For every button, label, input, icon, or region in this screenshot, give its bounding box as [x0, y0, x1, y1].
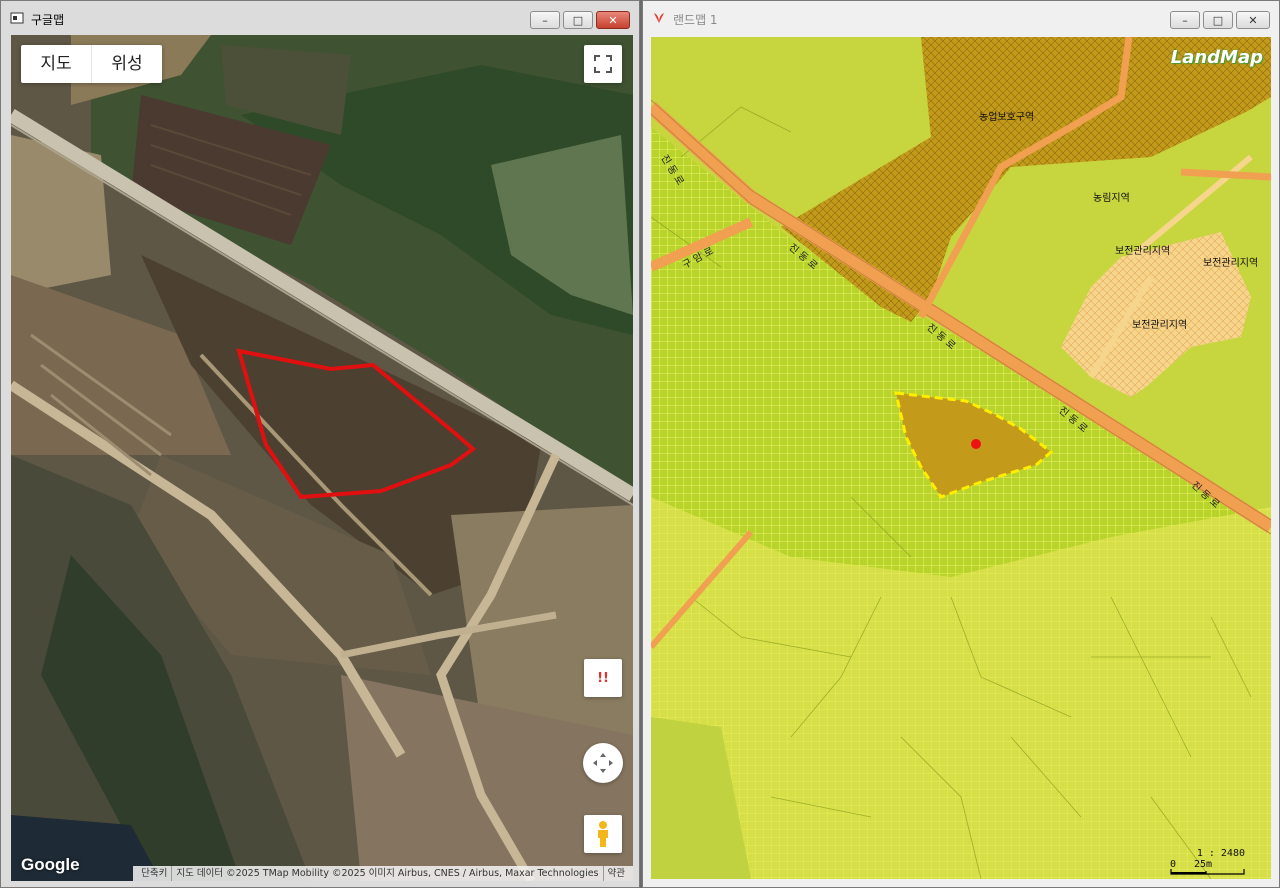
- label-conservation-2: 보전관리지역: [1203, 258, 1259, 269]
- report-button[interactable]: !!: [584, 659, 622, 697]
- title-bar[interactable]: 랜드맵 1 – □ ✕: [643, 1, 1279, 35]
- close-icon: ✕: [1248, 13, 1258, 27]
- minimize-button[interactable]: –: [530, 11, 560, 29]
- camera-control-icon: [593, 753, 613, 773]
- window-title: 구글맵: [31, 13, 65, 27]
- scale-ratio: 1 : 2480: [1196, 848, 1245, 859]
- landmap-window: 랜드맵 1 – □ ✕ 농업보호구역 농림지역 보전관리지역 보전관리지역 보전…: [642, 0, 1280, 888]
- window-title: 랜드맵 1: [673, 13, 718, 27]
- close-icon: ✕: [608, 13, 618, 27]
- label-conservation-3: 보전관리지역: [1132, 320, 1188, 331]
- street-view-button[interactable]: [584, 815, 622, 853]
- zoning-map-canvas: [651, 37, 1271, 879]
- parcel-marker: [971, 439, 981, 449]
- pegman-icon: [598, 821, 608, 847]
- scale-bar: 1 : 2480 0 25m: [1170, 848, 1245, 875]
- map-type-map[interactable]: 지도: [21, 45, 91, 83]
- maximize-icon: □: [1212, 13, 1224, 27]
- map-data-text: 지도 데이터 ©2025 TMap Mobility ©2025 이미지 Air…: [171, 866, 602, 881]
- maximize-button[interactable]: □: [1203, 11, 1233, 29]
- google-map-window: 구글맵 – □ ✕ 지도 위성 !! Google 단축키 지도 데이터 ©20…: [0, 0, 640, 888]
- label-agri-protect: 농업보호구역: [979, 112, 1035, 123]
- minimize-button[interactable]: –: [1170, 11, 1200, 29]
- close-button[interactable]: ✕: [596, 11, 630, 29]
- app-icon: [10, 12, 24, 24]
- title-bar[interactable]: 구글맵 – □ ✕: [1, 1, 639, 35]
- maximize-icon: □: [572, 13, 584, 27]
- map-type-control: 지도 위성: [21, 45, 162, 83]
- zoning-map[interactable]: 농업보호구역 농림지역 보전관리지역 보전관리지역 보전관리지역 진동로 진동로…: [651, 37, 1271, 879]
- satellite-imagery: [11, 35, 633, 881]
- map-type-satellite[interactable]: 위성: [91, 45, 162, 83]
- terms-link[interactable]: 약관: [602, 866, 629, 881]
- landmap-app-icon: [654, 13, 664, 23]
- scale-line: [1170, 869, 1245, 875]
- close-button[interactable]: ✕: [1236, 11, 1270, 29]
- shortcuts-link[interactable]: 단축키: [137, 866, 171, 881]
- minimize-icon: –: [1182, 13, 1188, 27]
- map-attribution: 단축키 지도 데이터 ©2025 TMap Mobility ©2025 이미지…: [133, 866, 633, 881]
- satellite-map[interactable]: 지도 위성 !! Google 단축키 지도 데이터 ©2025 TMap Mo…: [11, 35, 633, 881]
- minimize-icon: –: [542, 13, 548, 27]
- fullscreen-icon: [594, 55, 612, 73]
- report-icon: !!: [597, 670, 609, 686]
- google-logo: Google: [21, 855, 80, 874]
- maximize-button[interactable]: □: [563, 11, 593, 29]
- fullscreen-button[interactable]: [584, 45, 622, 83]
- label-conservation-1: 보전관리지역: [1115, 246, 1171, 257]
- camera-control-button[interactable]: [583, 743, 623, 783]
- landmap-logo: LandMap: [1170, 47, 1263, 68]
- label-agri-forest: 농림지역: [1093, 193, 1130, 204]
